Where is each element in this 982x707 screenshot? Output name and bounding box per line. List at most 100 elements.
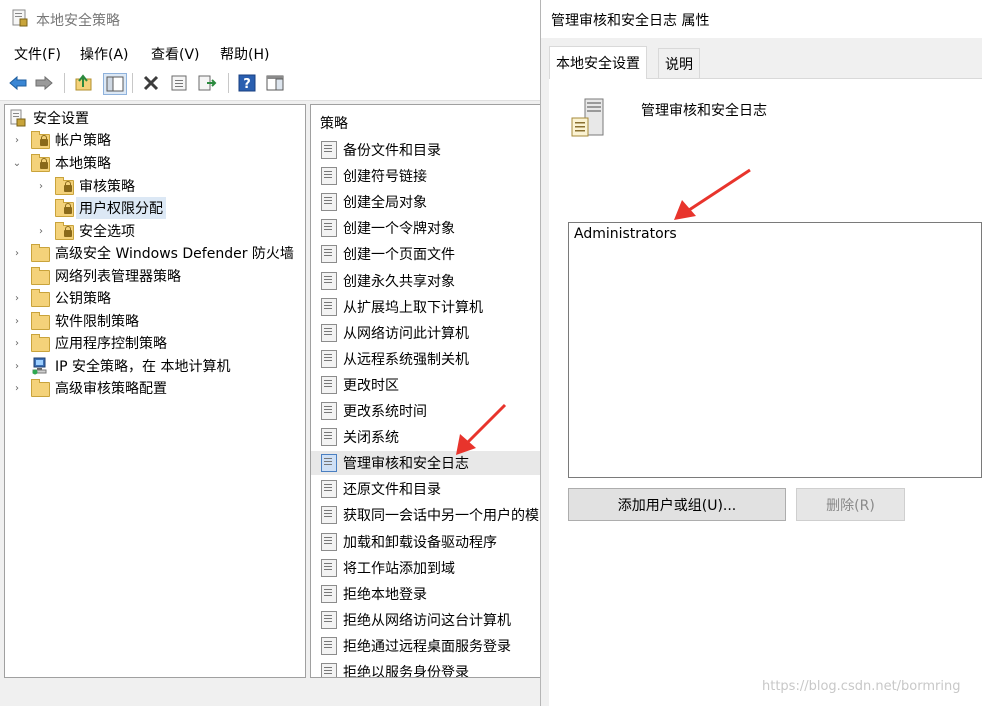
tree-item-local-policy[interactable]: ⌄ 本地策略 bbox=[11, 152, 111, 174]
policy-item-icon bbox=[321, 506, 337, 525]
back-icon[interactable] bbox=[7, 73, 29, 93]
tree-item-defender-firewall[interactable]: › 高级安全 Windows Defender 防火墙 bbox=[11, 242, 294, 264]
folder-icon bbox=[31, 312, 50, 330]
policy-list-pane: 策略 备份文件和目录 创建符号链接 创建全局对象创建一个令牌对象 创建一个页面文件 创建… bbox=[310, 104, 541, 678]
delete-icon[interactable] bbox=[140, 73, 162, 93]
policy-list-item[interactable]: 拒绝以服务身份登录 bbox=[311, 660, 541, 678]
policy-item-icon bbox=[321, 141, 337, 159]
menu-action[interactable]: 操作(A) bbox=[80, 44, 129, 64]
tree-item-security-settings[interactable]: 安全设置 bbox=[9, 107, 89, 129]
policy-list-item[interactable]: 创建全局对象 bbox=[311, 190, 541, 214]
policy-list-item[interactable]: 从扩展坞上取下计算机 bbox=[311, 295, 541, 319]
policy-list-item[interactable]: 拒绝通过远程桌面服务登录 bbox=[311, 634, 541, 658]
up-folder-icon[interactable] bbox=[73, 73, 95, 93]
remove-button[interactable]: 删除(R) bbox=[796, 488, 905, 521]
export-list-icon[interactable] bbox=[196, 73, 218, 93]
policy-item-icon bbox=[321, 610, 337, 629]
policy-item-icon bbox=[321, 349, 337, 368]
tree-item-audit-policy[interactable]: › 审核策略 bbox=[35, 175, 135, 197]
policy-list-item[interactable]: 还原文件和目录 bbox=[311, 477, 541, 501]
toolbar: ? bbox=[0, 66, 540, 101]
add-user-or-group-button[interactable]: 添加用户或组(U)... bbox=[568, 488, 786, 521]
tree-item-advanced-audit[interactable]: › 高级审核策略配置 bbox=[11, 377, 167, 399]
properties-icon[interactable] bbox=[168, 73, 190, 93]
policy-item-label: 创建永久共享对象 bbox=[343, 273, 455, 290]
annotation-arrow-icon bbox=[674, 168, 751, 220]
tree-item-software-restriction[interactable]: › 软件限制策略 bbox=[11, 310, 139, 332]
policy-item-label: 创建一个页面文件 bbox=[343, 247, 455, 264]
locked-folder-icon bbox=[31, 131, 50, 149]
policy-item-icon bbox=[321, 558, 337, 577]
policy-list-item[interactable]: 将工作站添加到域 bbox=[311, 556, 541, 580]
policy-item-label: 拒绝通过远程桌面服务登录 bbox=[343, 638, 511, 655]
show-hide-tree-icon[interactable] bbox=[103, 73, 127, 95]
policy-list-item[interactable]: 创建永久共享对象 bbox=[311, 269, 541, 293]
policy-item-label: 拒绝本地登录 bbox=[343, 586, 427, 603]
menu-view[interactable]: 查看(V) bbox=[151, 44, 200, 64]
tree-item-network-list-manager[interactable]: 网络列表管理器策略 bbox=[11, 265, 181, 287]
tree-item-ip-security[interactable]: › IP 安全策略，在 本地计算机 bbox=[11, 355, 230, 377]
chevron-right-icon[interactable]: › bbox=[11, 248, 23, 259]
policy-list-item[interactable]: 更改时区 bbox=[311, 373, 541, 397]
chevron-right-icon[interactable]: › bbox=[11, 135, 23, 146]
chevron-down-icon[interactable]: ⌄ bbox=[11, 158, 23, 169]
menu-bar: 文件(F) 操作(A) 查看(V) 帮助(H) bbox=[0, 38, 540, 66]
menu-help[interactable]: 帮助(H) bbox=[220, 44, 269, 64]
menu-file[interactable]: 文件(F) bbox=[14, 44, 61, 64]
chevron-right-icon[interactable]: › bbox=[11, 383, 23, 394]
policy-list-item[interactable]: 获取同一会话中另一个用户的模 bbox=[311, 503, 541, 527]
folder-icon bbox=[31, 379, 50, 397]
policy-list-item[interactable]: 创建一个页面文件 bbox=[311, 242, 541, 266]
policy-list-item[interactable]: 从远程系统强制关机 bbox=[311, 347, 541, 371]
chevron-right-icon[interactable]: › bbox=[35, 226, 47, 237]
tab-local-security-setting[interactable]: 本地安全设置 bbox=[549, 46, 647, 79]
tree-item-app-control[interactable]: › 应用程序控制策略 bbox=[11, 332, 167, 354]
policy-list-item[interactable]: 加载和卸载设备驱动程序 bbox=[311, 530, 541, 554]
toolbar-separator bbox=[228, 73, 229, 93]
folder-icon bbox=[31, 244, 50, 262]
policy-item-icon bbox=[321, 193, 337, 212]
column-header-policy[interactable]: 策略 bbox=[320, 113, 348, 133]
tab-explain[interactable]: 说明 bbox=[658, 48, 700, 79]
policy-list-item[interactable]: 备份文件和目录 bbox=[311, 138, 541, 162]
policy-list-item[interactable]: 拒绝本地登录 bbox=[311, 582, 541, 606]
chevron-right-icon[interactable]: › bbox=[11, 316, 23, 327]
policy-item-label: 还原文件和目录 bbox=[343, 482, 441, 499]
action-pane-icon[interactable] bbox=[264, 73, 286, 93]
policy-item-label: 获取同一会话中另一个用户的模 bbox=[343, 508, 539, 525]
policy-item-label: 关闭系统 bbox=[343, 430, 399, 447]
help-icon[interactable]: ? bbox=[236, 73, 258, 93]
policy-item-icon bbox=[321, 532, 337, 551]
policy-list-item[interactable]: 创建一个令牌对象 bbox=[311, 216, 541, 240]
policy-list-item[interactable]: 拒绝从网络访问这台计算机 bbox=[311, 608, 541, 632]
forward-icon[interactable] bbox=[33, 73, 55, 93]
policy-item-label: 拒绝以服务身份登录 bbox=[343, 665, 469, 678]
user-item-administrators[interactable]: Administrators bbox=[574, 226, 677, 242]
toolbar-separator bbox=[64, 73, 65, 93]
tree-item-security-options[interactable]: › 安全选项 bbox=[35, 220, 135, 242]
chevron-right-icon[interactable]: › bbox=[11, 338, 23, 349]
users-list-box[interactable]: Administrators bbox=[568, 222, 982, 478]
tree-item-user-rights-assignment[interactable]: 用户权限分配 bbox=[35, 197, 166, 219]
policy-item-label: 从网络访问此计算机 bbox=[343, 325, 469, 342]
policy-item-icon bbox=[321, 584, 337, 603]
policy-item-icon bbox=[321, 663, 337, 677]
policy-list-item[interactable]: 从网络访问此计算机 bbox=[311, 321, 541, 345]
folder-icon bbox=[31, 289, 50, 307]
policy-item-icon bbox=[321, 323, 337, 342]
chevron-right-icon[interactable]: › bbox=[35, 181, 47, 192]
tree-item-public-key-policy[interactable]: › 公钥策略 bbox=[11, 287, 111, 309]
security-policy-app-icon bbox=[12, 9, 28, 27]
policy-item-label: 创建一个令牌对象 bbox=[343, 221, 455, 238]
chevron-right-icon[interactable]: › bbox=[11, 293, 23, 304]
title-bar: 本地安全策略 bbox=[0, 0, 540, 38]
folder-icon bbox=[31, 267, 50, 285]
policy-list-item[interactable]: 创建符号链接 bbox=[311, 164, 541, 188]
policy-item-label: 从扩展坞上取下计算机 bbox=[343, 299, 483, 316]
tree-item-account-policy[interactable]: › 帐户策略 bbox=[11, 129, 111, 151]
locked-folder-icon bbox=[55, 177, 74, 195]
watermark: https://blog.csdn.net/bormring bbox=[762, 679, 961, 694]
locked-folder-icon bbox=[55, 199, 74, 217]
policy-item-icon bbox=[321, 375, 337, 394]
chevron-right-icon[interactable]: › bbox=[11, 361, 23, 372]
